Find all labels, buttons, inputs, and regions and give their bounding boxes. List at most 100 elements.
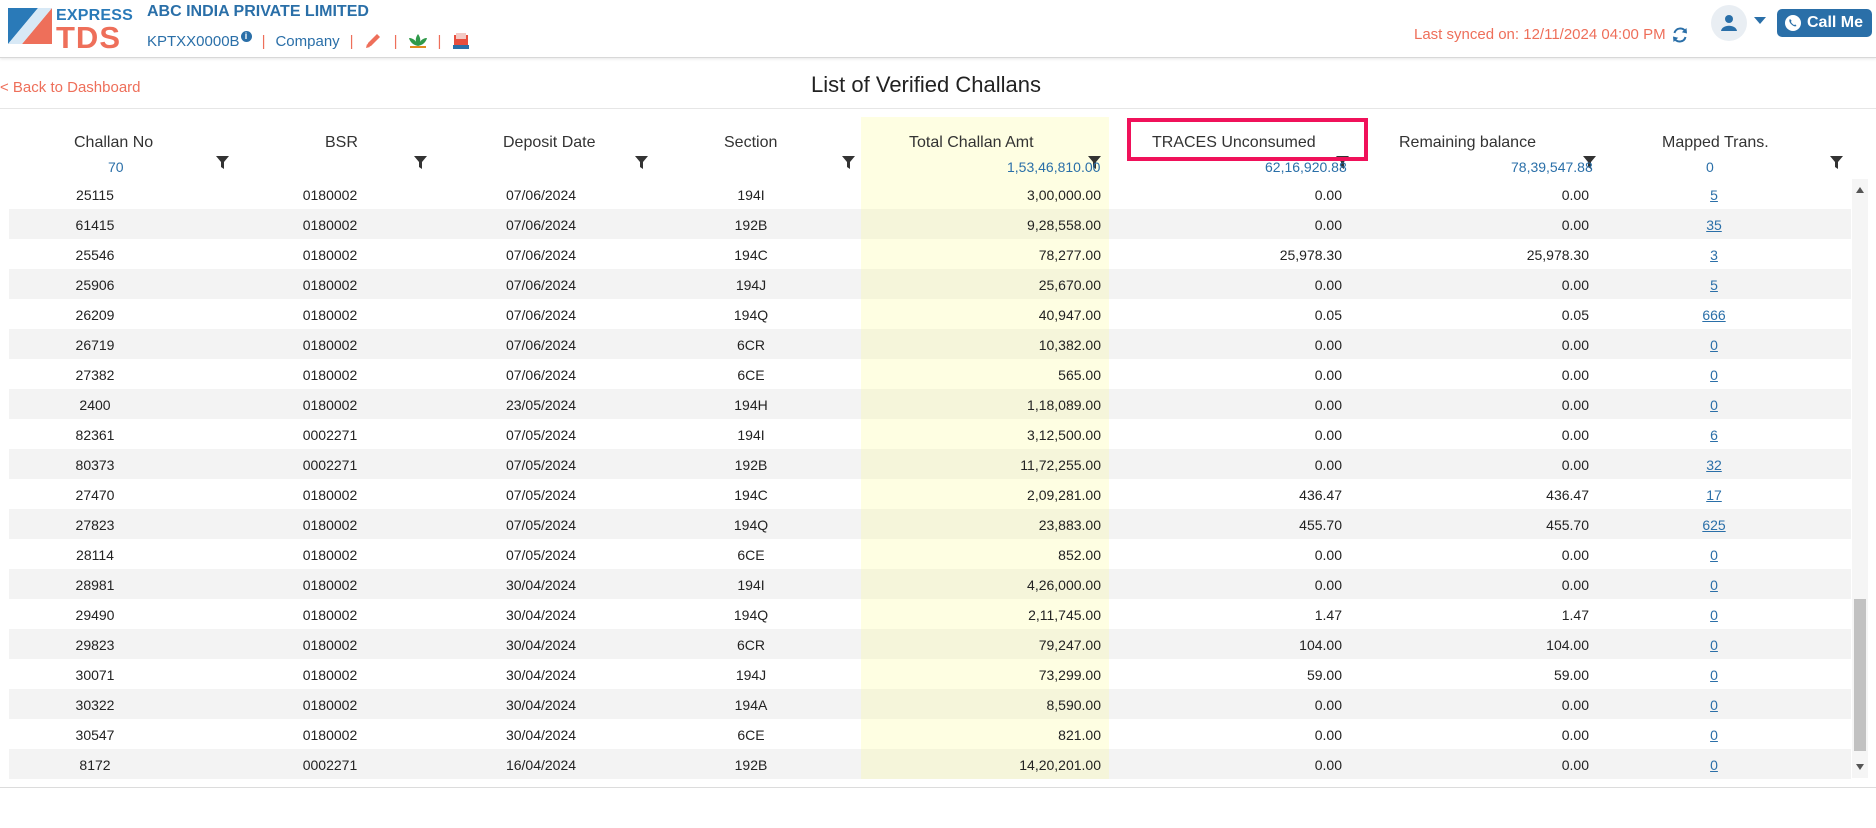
column-header-deposit-date[interactable]: Deposit Date [419, 134, 648, 169]
cell-challan-no: 28114 [76, 547, 114, 563]
company-link[interactable]: Company [275, 33, 339, 50]
table-body: 25115 0180002 07/06/2024 194I 3,00,000.00 0.0… [9, 179, 1851, 779]
tan-number-wrap: KPTXX0000B i [147, 30, 252, 50]
cell-total-challan-amt: 821.00 [1058, 727, 1101, 743]
cell-section: 192B [734, 457, 768, 473]
user-menu-chevron-down-icon[interactable] [1754, 17, 1766, 24]
express-tds-logo[interactable]: EXPRESS TDS [8, 4, 133, 55]
cell-mapped-trans[interactable]: 625 [1654, 517, 1774, 533]
cell-traces-unconsumed: 0.00 [1314, 547, 1342, 563]
column-header-mapped-trans[interactable]: Mapped Trans. [1605, 134, 1851, 169]
cell-mapped-trans[interactable]: 0 [1654, 397, 1774, 413]
cell-traces-unconsumed: 0.00 [1314, 397, 1342, 413]
cell-traces-unconsumed: 1.47 [1314, 607, 1342, 623]
table-row[interactable]: 25115 0180002 07/06/2024 194I 3,00,000.00 0.0… [9, 179, 1851, 209]
column-header-label: Deposit Date [503, 134, 596, 151]
cell-mapped-trans[interactable]: 0 [1654, 697, 1774, 713]
table-row[interactable]: 27382 0180002 07/06/2024 6CE 565.00 0.00 0.00 0 [9, 359, 1851, 389]
cell-mapped-trans[interactable]: 666 [1654, 307, 1774, 323]
cell-mapped-trans[interactable]: 17 [1654, 487, 1774, 503]
table-row[interactable]: 2400 0180002 23/05/2024 194H 1,18,089.00 0.00… [9, 389, 1851, 419]
table-scrollbar[interactable] [1852, 179, 1868, 778]
cell-total-challan-amt: 8,590.00 [1046, 697, 1102, 713]
cell-mapped-trans[interactable]: 0 [1654, 757, 1774, 773]
cell-remaining-balance: 0.00 [1561, 547, 1589, 563]
cell-remaining-balance: 0.00 [1561, 697, 1589, 713]
cell-section: 194I [737, 577, 765, 593]
call-me-button[interactable]: Call Me [1777, 9, 1872, 37]
edit-pencil-icon[interactable] [364, 32, 384, 50]
cell-mapped-trans[interactable]: 0 [1654, 637, 1774, 653]
table-row[interactable]: 26719 0180002 07/06/2024 6CR 10,382.00 0.00 0.… [9, 329, 1851, 359]
filter-icon[interactable] [1830, 156, 1843, 169]
cell-mapped-trans[interactable]: 5 [1654, 187, 1774, 203]
cell-remaining-balance: 0.00 [1561, 727, 1589, 743]
table-row[interactable]: 61415 0180002 07/06/2024 192B 9,28,558.00 0.0… [9, 209, 1851, 239]
cell-traces-unconsumed: 0.00 [1314, 577, 1342, 593]
separator: | [393, 32, 398, 50]
cell-deposit-date: 07/06/2024 [505, 367, 577, 383]
column-header-remaining-balance[interactable]: Remaining balance [1357, 134, 1605, 169]
lotus-emblem-icon[interactable] [407, 32, 428, 50]
cell-mapped-trans[interactable]: 5 [1654, 277, 1774, 293]
table-row[interactable]: 28114 0180002 07/05/2024 6CE 852.00 0.00 0.00 0 [9, 539, 1851, 569]
cell-bsr: 0180002 [302, 697, 358, 713]
table-row[interactable]: 82361 0002271 07/05/2024 194I 3,12,500.00 0.0… [9, 419, 1851, 449]
page-title: List of Verified Challans [811, 72, 1041, 97]
cell-mapped-trans[interactable]: 0 [1654, 367, 1774, 383]
cell-mapped-trans[interactable]: 0 [1654, 667, 1774, 683]
cell-mapped-trans[interactable]: 3 [1654, 247, 1774, 263]
cell-mapped-trans[interactable]: 0 [1654, 727, 1774, 743]
table-row[interactable]: 26209 0180002 07/06/2024 194Q 40,947.00 0.05 0… [9, 299, 1851, 329]
cell-remaining-balance: 1.47 [1561, 607, 1589, 623]
top-header: EXPRESS TDS ABC INDIA PRIVATE LIMITED KP… [0, 0, 1876, 58]
table-row[interactable]: 29823 0180002 30/04/2024 6CR 79,247.00 104.00… [9, 629, 1851, 659]
scroll-up-arrow-icon[interactable] [1856, 187, 1864, 193]
cell-traces-unconsumed: 0.00 [1314, 457, 1342, 473]
phone-icon [1785, 15, 1801, 31]
cell-mapped-trans[interactable]: 0 [1654, 577, 1774, 593]
table-row[interactable]: 29490 0180002 30/04/2024 194Q 2,11,745.00 1.4… [9, 599, 1851, 629]
column-header-label: Section [724, 134, 778, 151]
column-header-challan-no[interactable]: Challan No [9, 134, 229, 169]
column-header-section[interactable]: Section [639, 134, 861, 169]
table-row[interactable]: 25546 0180002 07/06/2024 194C 78,277.00 25,97… [9, 239, 1851, 269]
user-avatar[interactable] [1711, 5, 1747, 41]
cell-bsr: 0002271 [302, 757, 358, 773]
table-row[interactable]: 25906 0180002 07/06/2024 194J 25,670.00 0.00 0… [9, 269, 1851, 299]
table-row[interactable]: 30547 0180002 30/04/2024 6CE 821.00 0.00 0.00 0 [9, 719, 1851, 749]
cell-mapped-trans[interactable]: 6 [1654, 427, 1774, 443]
cell-bsr: 0002271 [302, 427, 358, 443]
tax-document-icon[interactable] [451, 32, 471, 50]
cell-mapped-trans[interactable]: 0 [1654, 337, 1774, 353]
column-header-bsr[interactable]: BSR [219, 134, 427, 169]
column-header-total-challan-amt[interactable]: Total Challan Amt [861, 134, 1109, 169]
column-header-label: Challan No [74, 134, 154, 151]
table-row[interactable]: 28981 0180002 30/04/2024 194I 4,26,000.00 0.0… [9, 569, 1851, 599]
table-row[interactable]: 27470 0180002 07/05/2024 194C 2,09,281.00 436… [9, 479, 1851, 509]
cell-section: 194J [735, 277, 767, 293]
cell-total-challan-amt: 3,00,000.00 [1027, 187, 1101, 203]
cell-challan-no: 2400 [79, 397, 111, 413]
cell-remaining-balance: 25,978.30 [1526, 247, 1589, 263]
cell-mapped-trans[interactable]: 0 [1654, 607, 1774, 623]
cell-traces-unconsumed: 0.00 [1314, 427, 1342, 443]
cell-challan-no: 25115 [76, 187, 114, 203]
table-row[interactable]: 30071 0180002 30/04/2024 194J 73,299.00 59.00… [9, 659, 1851, 689]
cell-remaining-balance: 0.00 [1561, 217, 1589, 233]
cell-mapped-trans[interactable]: 32 [1654, 457, 1774, 473]
cell-deposit-date: 30/04/2024 [505, 607, 577, 623]
table-row[interactable]: 30322 0180002 30/04/2024 194A 8,590.00 0.00 0.… [9, 689, 1851, 719]
table-row[interactable]: 8172 0002271 16/04/2024 192B 14,20,201.00 0.0… [9, 749, 1851, 779]
info-icon[interactable]: i [240, 30, 252, 42]
column-header-label: Mapped Trans. [1662, 134, 1769, 151]
table-row[interactable]: 27823 0180002 07/05/2024 194Q 23,883.00 455.7… [9, 509, 1851, 539]
scroll-down-arrow-icon[interactable] [1856, 764, 1864, 770]
scrollbar-thumb[interactable] [1854, 599, 1866, 751]
refresh-sync-icon[interactable] [1671, 26, 1689, 44]
cell-mapped-trans[interactable]: 0 [1654, 547, 1774, 563]
table-row[interactable]: 80373 0002271 07/05/2024 192B 11,72,255.00 0.… [9, 449, 1851, 479]
cell-mapped-trans[interactable]: 35 [1654, 217, 1774, 233]
filter-icon[interactable] [842, 156, 855, 169]
challans-table: Challan No 70 BSR Deposit Date Section T… [9, 117, 1851, 779]
